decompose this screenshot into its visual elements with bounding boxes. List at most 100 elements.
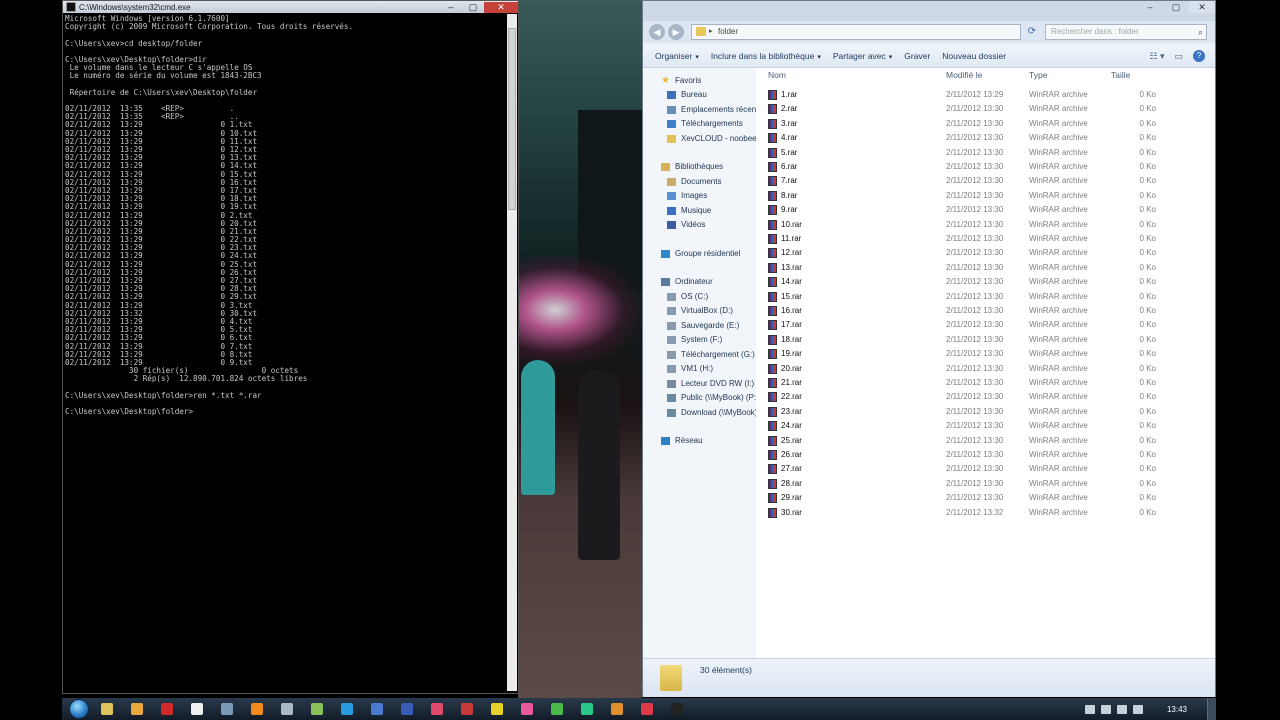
maximize-button[interactable]: ▢: [462, 2, 484, 13]
file-row[interactable]: 26.rar 2/11/2012 13:30 WinRAR archive 0 Ko: [756, 448, 1215, 462]
help-icon[interactable]: ?: [1193, 50, 1205, 62]
file-row[interactable]: 18.rar 2/11/2012 13:30 WinRAR archive 0 Ko: [756, 333, 1215, 347]
show-desktop-button[interactable]: [1207, 698, 1216, 720]
file-name-cell[interactable]: 1.rar: [768, 88, 797, 102]
taskbar-button[interactable]: [92, 698, 122, 720]
file-row[interactable]: 12.rar 2/11/2012 13:30 WinRAR archive 0 Ko: [756, 246, 1215, 260]
taskbar-button[interactable]: [662, 698, 692, 720]
file-row[interactable]: 10.rar 2/11/2012 13:30 WinRAR archive 0 Ko: [756, 218, 1215, 232]
file-row[interactable]: 13.rar 2/11/2012 13:30 WinRAR archive 0 Ko: [756, 261, 1215, 275]
nav-item[interactable]: Ordinateur: [661, 276, 713, 288]
file-name-cell[interactable]: 29.rar: [768, 491, 802, 505]
taskbar-button[interactable]: [632, 698, 662, 720]
nav-item[interactable]: Téléchargements: [667, 118, 743, 130]
file-name-cell[interactable]: 28.rar: [768, 477, 802, 491]
explorer-titlebar[interactable]: – ▢ ✕: [643, 1, 1215, 21]
nav-item[interactable]: Documents: [667, 176, 721, 188]
file-name-cell[interactable]: 6.rar: [768, 160, 797, 174]
file-row[interactable]: 17.rar 2/11/2012 13:30 WinRAR archive 0 Ko: [756, 318, 1215, 332]
file-name-cell[interactable]: 11.rar: [768, 232, 801, 246]
nav-item[interactable]: Téléchargement (G:): [667, 349, 755, 361]
taskbar-button[interactable]: [572, 698, 602, 720]
nav-item[interactable]: Images: [667, 190, 707, 202]
file-row[interactable]: 28.rar 2/11/2012 13:30 WinRAR archive 0 Ko: [756, 477, 1215, 491]
nav-item[interactable]: Lecteur DVD RW (I:): [667, 378, 754, 390]
refresh-button[interactable]: ⟳: [1024, 24, 1040, 40]
maximize-button[interactable]: ▢: [1163, 1, 1189, 13]
file-row[interactable]: 27.rar 2/11/2012 13:30 WinRAR archive 0 Ko: [756, 462, 1215, 476]
nav-item[interactable]: Bureau: [667, 89, 707, 101]
nav-item[interactable]: Public (\\MyBook) (P:): [667, 392, 756, 404]
file-name-cell[interactable]: 8.rar: [768, 189, 797, 203]
file-row[interactable]: 2.rar 2/11/2012 13:30 WinRAR archive 0 Ko: [756, 102, 1215, 116]
address-input[interactable]: ▸ folder: [691, 24, 1021, 40]
view-options-icon[interactable]: ☷ ▾: [1149, 51, 1164, 62]
file-row[interactable]: 1.rar 2/11/2012 13:29 WinRAR archive 0 Ko: [756, 88, 1215, 102]
taskbar-button[interactable]: [122, 698, 152, 720]
file-name-cell[interactable]: 24.rar: [768, 419, 802, 433]
close-button[interactable]: ✕: [484, 1, 518, 13]
cmd-window[interactable]: C:\Windows\system32\cmd.exe – ▢ ✕ Micros…: [62, 0, 519, 694]
file-name-cell[interactable]: 20.rar: [768, 362, 802, 376]
column-header[interactable]: Modifié le: [946, 68, 982, 82]
file-name-cell[interactable]: 4.rar: [768, 131, 797, 145]
file-name-cell[interactable]: 17.rar: [768, 318, 802, 332]
file-name-cell[interactable]: 16.rar: [768, 304, 802, 318]
column-header[interactable]: Taille: [1111, 68, 1130, 82]
nav-item[interactable]: VirtualBox (D:): [667, 305, 733, 317]
file-name-cell[interactable]: 27.rar: [768, 462, 802, 476]
toolbar-button[interactable]: Graver: [904, 51, 930, 61]
file-name-cell[interactable]: 22.rar: [768, 390, 802, 404]
cmd-titlebar[interactable]: C:\Windows\system32\cmd.exe – ▢ ✕: [63, 1, 518, 13]
file-name-cell[interactable]: 10.rar: [768, 218, 802, 232]
taskbar-button[interactable]: [602, 698, 632, 720]
taskbar-button[interactable]: [242, 698, 272, 720]
file-row[interactable]: 22.rar 2/11/2012 13:30 WinRAR archive 0 Ko: [756, 390, 1215, 404]
taskbar-button[interactable]: [452, 698, 482, 720]
nav-item[interactable]: ★ Favoris: [661, 75, 701, 87]
taskbar-button[interactable]: [422, 698, 452, 720]
forward-button[interactable]: ▶: [668, 24, 684, 40]
file-row[interactable]: 7.rar 2/11/2012 13:30 WinRAR archive 0 Ko: [756, 174, 1215, 188]
file-name-cell[interactable]: 26.rar: [768, 448, 802, 462]
search-input[interactable]: Rechercher dans : folder ⌕: [1045, 24, 1207, 40]
nav-item[interactable]: Bibliothèques: [661, 161, 723, 173]
action-center-icon[interactable]: [1100, 704, 1111, 714]
column-header[interactable]: Type: [1029, 68, 1047, 82]
taskbar-button[interactable]: [392, 698, 422, 720]
taskbar-button[interactable]: [362, 698, 392, 720]
nav-item[interactable]: VM1 (H:): [667, 363, 713, 375]
toolbar-button[interactable]: Nouveau dossier: [942, 51, 1006, 61]
file-row[interactable]: 8.rar 2/11/2012 13:30 WinRAR archive 0 Ko: [756, 189, 1215, 203]
file-name-cell[interactable]: 2.rar: [768, 102, 797, 116]
file-row[interactable]: 30.rar 2/11/2012 13:32 WinRAR archive 0 Ko: [756, 506, 1215, 520]
file-row[interactable]: 15.rar 2/11/2012 13:30 WinRAR archive 0 Ko: [756, 290, 1215, 304]
nav-item[interactable]: Sauvegarde (E:): [667, 320, 739, 332]
file-row[interactable]: 29.rar 2/11/2012 13:30 WinRAR archive 0 Ko: [756, 491, 1215, 505]
network-status-icon[interactable]: [1116, 704, 1127, 714]
file-row[interactable]: 23.rar 2/11/2012 13:30 WinRAR archive 0 Ko: [756, 405, 1215, 419]
minimize-button[interactable]: –: [1137, 1, 1163, 13]
taskbar-button[interactable]: [152, 698, 182, 720]
file-row[interactable]: 6.rar 2/11/2012 13:30 WinRAR archive 0 Ko: [756, 160, 1215, 174]
taskbar-button[interactable]: [212, 698, 242, 720]
clock[interactable]: 13:43: [1167, 705, 1187, 714]
nav-item[interactable]: Musique: [667, 205, 711, 217]
toolbar-button[interactable]: Inclure dans la bibliothèque ▾: [711, 51, 821, 61]
nav-item[interactable]: Groupe résidentiel: [661, 248, 740, 260]
file-row[interactable]: 3.rar 2/11/2012 13:30 WinRAR archive 0 Ko: [756, 117, 1215, 131]
file-row[interactable]: 21.rar 2/11/2012 13:30 WinRAR archive 0 Ko: [756, 376, 1215, 390]
taskbar-button[interactable]: [272, 698, 302, 720]
file-name-cell[interactable]: 7.rar: [768, 174, 797, 188]
file-name-cell[interactable]: 9.rar: [768, 203, 797, 217]
file-name-cell[interactable]: 12.rar: [768, 246, 802, 260]
taskbar-button[interactable]: [542, 698, 572, 720]
start-button[interactable]: [66, 698, 92, 720]
file-name-cell[interactable]: 14.rar: [768, 275, 802, 289]
file-name-cell[interactable]: 30.rar: [768, 506, 802, 520]
file-row[interactable]: 20.rar 2/11/2012 13:30 WinRAR archive 0 Ko: [756, 362, 1215, 376]
nav-item[interactable]: System (F:): [667, 334, 722, 346]
file-list[interactable]: Nom Modifié le Type Taille 1.rar 2/11/2012 13…: [756, 68, 1215, 658]
file-row[interactable]: 11.rar 2/11/2012 13:30 WinRAR archive 0 Ko: [756, 232, 1215, 246]
cmd-output[interactable]: Microsoft Windows [version 6.1.7600] Copy…: [65, 15, 506, 691]
